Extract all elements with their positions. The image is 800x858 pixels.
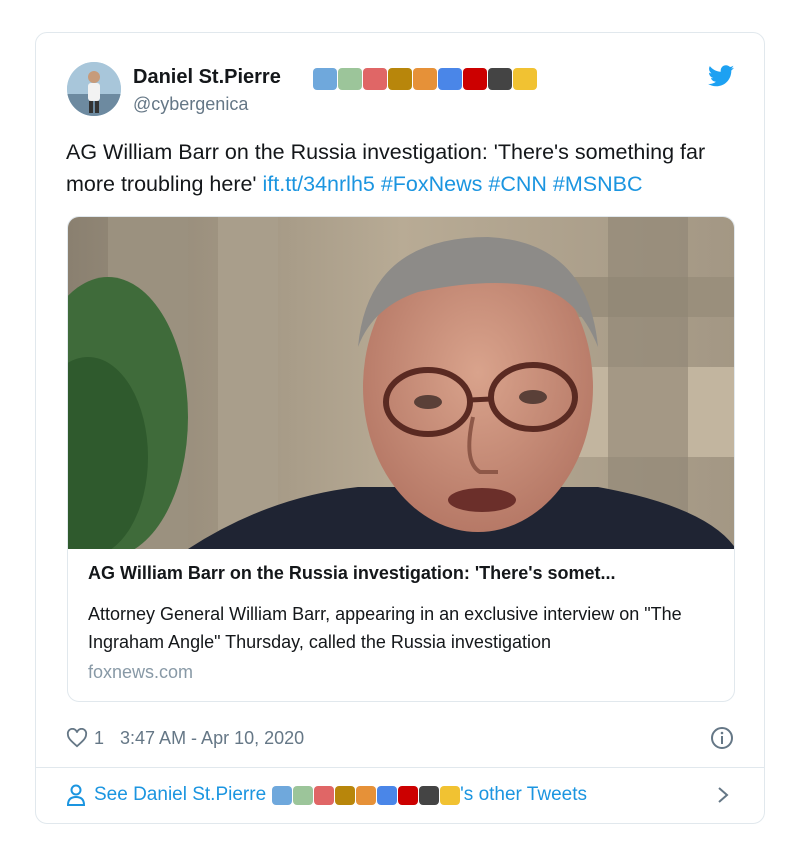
footer-prefix: See Daniel St.Pierre (94, 784, 267, 805)
beach-umbrella-icon (413, 68, 437, 90)
airplane-icon (314, 785, 335, 805)
tweet-text: AG William Barr on the Russia investigat… (66, 136, 738, 200)
tweet-meta-row: 1 3:47 AM - Apr 10, 2020 (66, 725, 304, 751)
author-name[interactable]: Daniel St.Pierre (133, 66, 281, 89)
beer-mug-icon (513, 68, 537, 90)
dragonfly-icon (293, 785, 314, 805)
short-link[interactable]: ift.tt/34nrlh5 (263, 172, 375, 196)
info-icon[interactable] (710, 726, 734, 750)
preview-title[interactable]: AG William Barr on the Russia investigat… (88, 563, 718, 584)
embedded-tweet-card: Daniel St.Pierre @cybergenica AG William… (35, 32, 765, 824)
hashtag-msnbc[interactable]: #MSNBC (553, 172, 643, 196)
canada-flag-icon (398, 785, 419, 805)
chevron-right-icon[interactable] (716, 785, 730, 805)
footer-emoji-row (272, 782, 461, 808)
farmer-icon (335, 785, 356, 805)
hockey-stick-icon (419, 785, 440, 805)
canada-flag-icon (463, 68, 487, 90)
tweet-timestamp[interactable]: 3:47 AM - Apr 10, 2020 (120, 728, 304, 749)
airplane-icon (363, 68, 387, 90)
like-count[interactable]: 1 (94, 728, 104, 749)
diver-icon (438, 68, 462, 90)
open-book-icon (313, 68, 337, 90)
see-other-tweets-link[interactable]: See Daniel St.Pierre 's other Tweets (66, 781, 587, 809)
twitter-bird-icon[interactable] (708, 65, 734, 87)
preview-photo (68, 217, 734, 549)
beer-mug-icon (440, 785, 461, 805)
person-icon (66, 784, 86, 806)
hockey-stick-icon (488, 68, 512, 90)
author-avatar[interactable] (67, 62, 121, 116)
farmer-icon (388, 68, 412, 90)
heart-icon[interactable] (66, 728, 88, 748)
author-emoji-row (313, 66, 537, 92)
footer-suffix: 's other Tweets (460, 784, 587, 805)
hashtag-foxnews[interactable]: #FoxNews (381, 172, 483, 196)
beach-umbrella-icon (356, 785, 377, 805)
preview-description: Attorney General William Barr, appearing… (88, 604, 682, 652)
dragonfly-icon (338, 68, 362, 90)
open-book-icon (272, 785, 293, 805)
hashtag-cnn[interactable]: #CNN (488, 172, 547, 196)
author-handle[interactable]: @cybergenica (133, 94, 248, 115)
link-preview-card[interactable]: AG William Barr on the Russia investigat… (67, 216, 735, 702)
footer-divider (36, 767, 764, 768)
diver-icon (377, 785, 398, 805)
preview-domain: foxnews.com (88, 662, 194, 682)
